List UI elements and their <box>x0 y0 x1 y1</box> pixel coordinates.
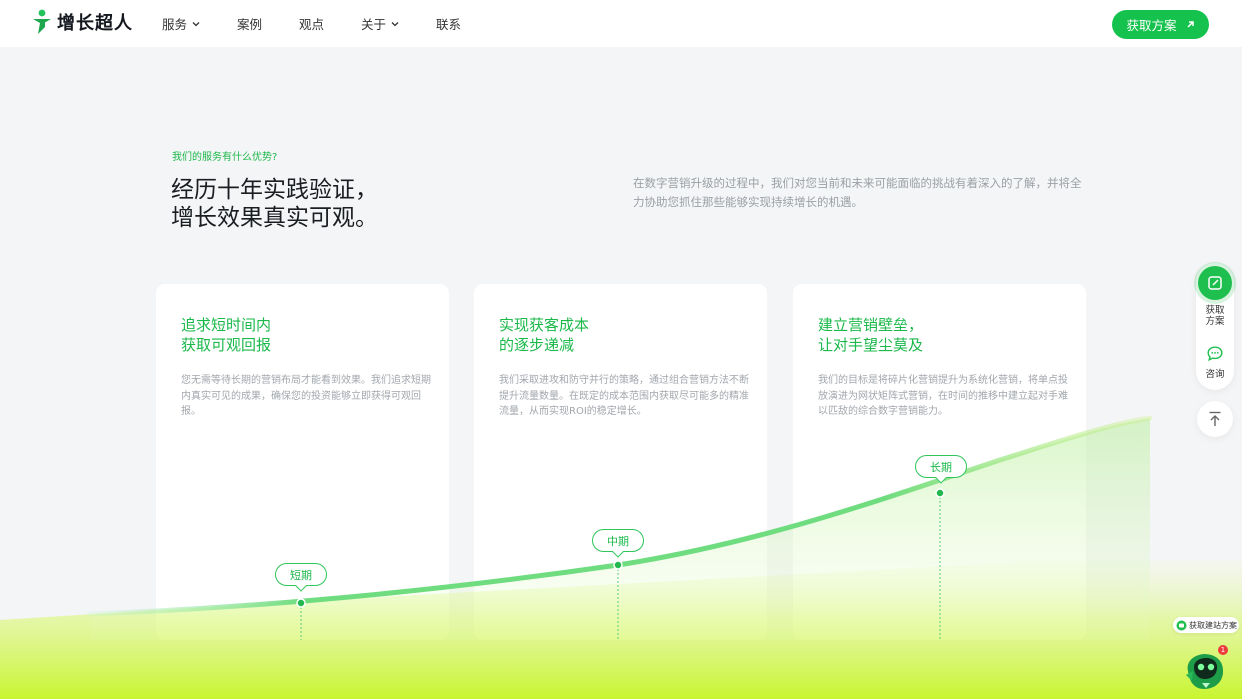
card-title: 建立营销壁垒， 让对手望尘莫及 <box>818 315 923 355</box>
nav-item-insights[interactable]: 观点 <box>299 14 361 33</box>
card-title: 追求短时间内 获取可观回报 <box>181 315 271 355</box>
card-title-line: 建立营销壁垒， <box>818 316 924 334</box>
side-item-label: 获取 <box>1205 305 1225 316</box>
chat-bubble-icon <box>1207 346 1223 362</box>
card-title-line: 实现获客成本 <box>499 316 590 334</box>
chevron-down-icon <box>391 21 399 26</box>
get-plan-label: 获取方案 <box>1126 18 1177 33</box>
section-description: 在数字营销升级的过程中，我们对您当前和未来可能面临的挑战有着深入的了解，并将全力… <box>633 176 1082 209</box>
card-title-line: 的逐步递减 <box>499 336 575 354</box>
card-title: 实现获客成本 的逐步递减 <box>499 315 589 355</box>
consult-side-button[interactable] <box>1207 346 1223 365</box>
card-title-line: 让对手望尘莫及 <box>818 336 924 354</box>
timeline-marker-short-term: 短期 <box>275 563 327 586</box>
floating-sidebar: 获取 方案 咨询 <box>1196 263 1234 390</box>
card-title-line: 获取可观回报 <box>181 336 272 354</box>
section-headline: 经历十年实践验证， 增长效果真实可观。 <box>171 176 378 232</box>
nav-item-label: 观点 <box>299 17 325 32</box>
get-plan-side-button[interactable] <box>1198 266 1232 300</box>
headline-line: 经历十年实践验证， <box>171 177 378 203</box>
site-header: 增长超人 服务 案例 观点 关于 联系 获取方案 <box>0 0 1242 47</box>
nav-item-services[interactable]: 服务 <box>162 14 237 33</box>
card-description: 我们采取进攻和防守并行的策略，通过组合营销方法不断提升流量数量。在既定的成本范围… <box>499 375 749 417</box>
section-eyebrow: 我们的服务有什么优势? <box>172 152 278 163</box>
headline-line: 增长效果真实可观。 <box>171 205 378 231</box>
chat-pill-label: 获取建站方案 <box>1189 620 1237 630</box>
nav-item-contact[interactable]: 联系 <box>436 14 476 33</box>
nav-item-label: 关于 <box>361 17 387 32</box>
chevron-down-icon <box>192 21 200 26</box>
chat-dot-icon <box>1176 620 1187 630</box>
arrow-up-to-top-icon <box>1209 411 1221 426</box>
edit-note-icon <box>1208 276 1222 290</box>
arrow-up-right-icon <box>1186 21 1194 28</box>
unread-badge: 1 <box>1218 645 1228 655</box>
side-item-get-plan[interactable]: 获取 方案 <box>1196 305 1234 327</box>
card-description: 您无需等待长期的营销布局才能看到效果。我们追求短期内真实可见的成果，确保您的投资… <box>181 375 431 417</box>
chat-pill[interactable]: 获取建站方案 <box>1173 617 1239 633</box>
get-plan-button[interactable]: 获取方案 <box>1112 10 1209 39</box>
nav-item-label: 服务 <box>162 17 188 32</box>
brand-name: 增长超人 <box>57 13 133 34</box>
card-description: 我们的目标是将碎片化营销提升为系统化营销，将单点投放演进为网状矩阵式营销，在时间… <box>818 375 1068 417</box>
nav-item-about[interactable]: 关于 <box>361 14 436 33</box>
main-nav: 服务 案例 观点 关于 联系 <box>162 0 476 47</box>
back-to-top-button[interactable] <box>1197 401 1233 437</box>
nav-item-label: 联系 <box>436 17 462 32</box>
side-item-consult[interactable]: 咨询 <box>1196 369 1234 380</box>
side-item-label: 方案 <box>1205 316 1225 327</box>
advantage-card-mid-term: 实现获客成本 的逐步递减 我们采取进攻和防守并行的策略，通过组合营销方法不断提升… <box>474 284 767 640</box>
nav-item-label: 案例 <box>237 17 263 32</box>
nav-item-cases[interactable]: 案例 <box>237 14 299 33</box>
timeline-marker-mid-term: 中期 <box>592 529 644 552</box>
card-title-line: 追求短时间内 <box>181 316 272 334</box>
timeline-marker-long-term: 长期 <box>915 455 967 478</box>
brand-logo[interactable]: 增长超人 <box>32 9 133 35</box>
brand-logo-icon <box>33 9 51 34</box>
